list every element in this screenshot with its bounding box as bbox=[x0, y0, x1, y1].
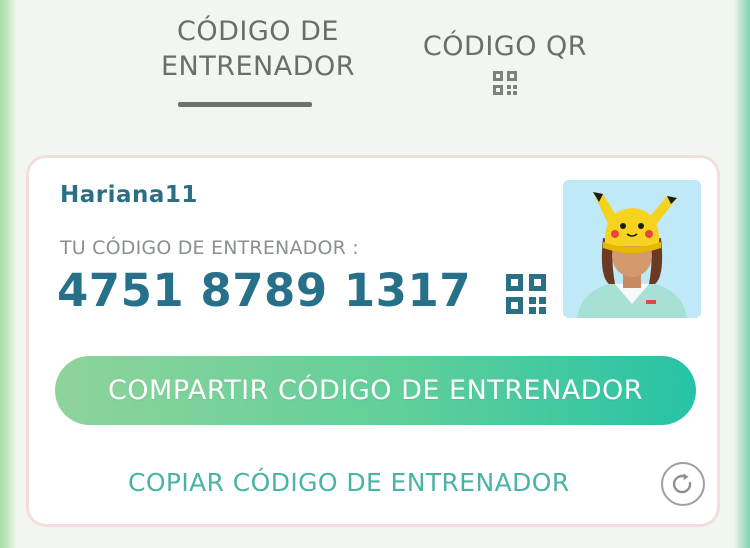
left-edge-decoration bbox=[0, 0, 16, 548]
share-trainer-code-label: COMPARTIR CÓDIGO DE ENTRENADOR bbox=[107, 375, 644, 406]
refresh-icon bbox=[672, 473, 692, 494]
tab-trainer-code-line2: ENTRENADOR bbox=[160, 51, 356, 82]
tab-qr-code-label: CÓDIGO QR bbox=[422, 31, 588, 62]
tab-trainer-code[interactable]: CÓDIGO DE ENTRENADOR bbox=[128, 14, 388, 84]
tab-qr-code[interactable]: CÓDIGO QR bbox=[395, 30, 615, 64]
qr-code-icon[interactable] bbox=[505, 273, 547, 315]
tab-trainer-code-line1: CÓDIGO DE bbox=[177, 16, 339, 47]
refresh-button[interactable] bbox=[661, 462, 705, 506]
qr-code-icon[interactable] bbox=[492, 70, 518, 96]
trainer-code-label: TU CÓDIGO DE ENTRENADOR : bbox=[60, 237, 359, 259]
share-trainer-code-button[interactable]: COMPARTIR CÓDIGO DE ENTRENADOR bbox=[55, 356, 696, 425]
trainer-code-value: 4751 8789 1317 bbox=[57, 264, 472, 317]
copy-trainer-code-link[interactable]: COPIAR CÓDIGO DE ENTRENADOR bbox=[128, 468, 570, 497]
trainer-username: Hariana11 bbox=[60, 182, 198, 208]
active-tab-indicator bbox=[178, 102, 312, 107]
right-edge-decoration bbox=[734, 0, 750, 548]
trainer-avatar-pikachu-hat bbox=[563, 180, 701, 318]
